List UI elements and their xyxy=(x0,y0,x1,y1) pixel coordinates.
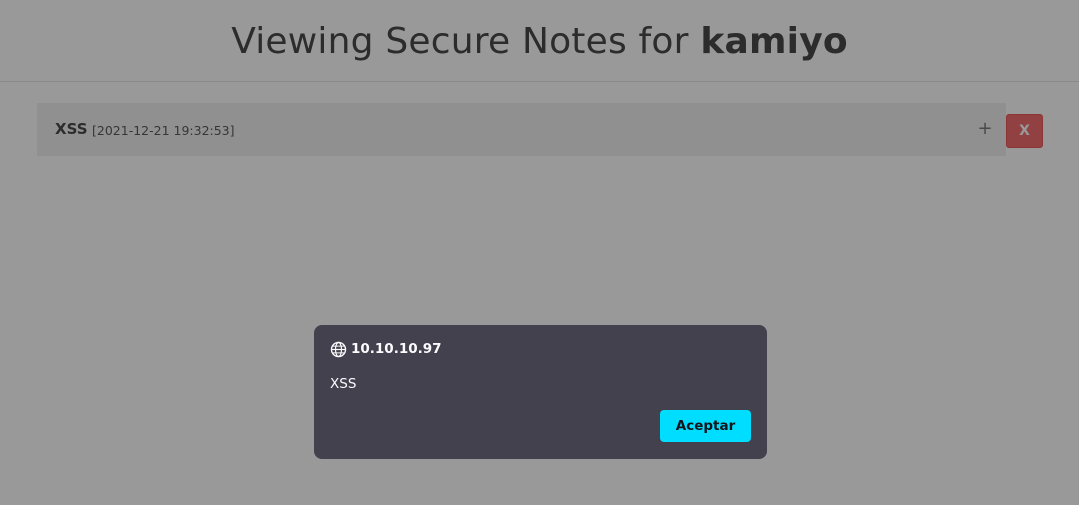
dialog-host: 10.10.10.97 xyxy=(351,341,442,357)
alert-dialog: 10.10.10.97 XSS Aceptar xyxy=(314,325,767,459)
dialog-ok-button[interactable]: Aceptar xyxy=(660,410,751,442)
dialog-origin: 10.10.10.97 xyxy=(330,340,442,358)
dialog-message: XSS xyxy=(330,376,357,392)
globe-icon xyxy=(330,341,347,357)
page: Viewing Secure Notes for kamiyo XSS [202… xyxy=(0,0,1079,505)
